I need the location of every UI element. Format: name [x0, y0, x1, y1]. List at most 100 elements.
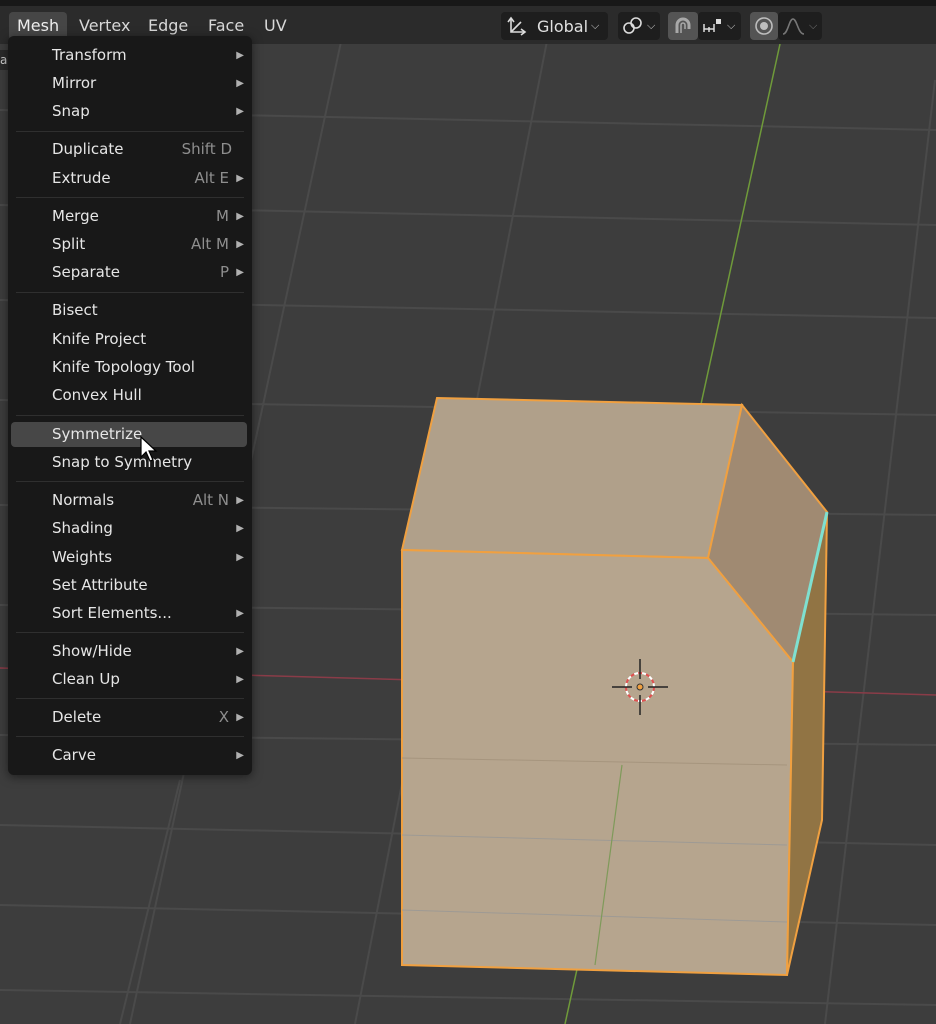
menu-item-carve[interactable]: Carve ▶ — [11, 743, 247, 768]
menu-separator — [16, 698, 244, 699]
menu-item-label: Shading — [52, 519, 113, 537]
menu-item-separate[interactable]: Separate P ▶ — [11, 260, 247, 285]
menu-item-weights[interactable]: Weights ▶ — [11, 545, 247, 570]
pivot-link-icon — [623, 17, 642, 34]
menu-item-normals[interactable]: Normals Alt N ▶ — [11, 488, 247, 513]
menu-item-label: Normals — [52, 491, 115, 509]
submenu-arrow-icon: ▶ — [236, 50, 244, 61]
menu-separator — [16, 632, 244, 633]
menu-item-shortcut: Shift D — [181, 140, 232, 158]
menu-item-bisect[interactable]: Bisect — [11, 298, 247, 323]
proportional-edit-icon — [755, 17, 773, 35]
menu-item-label: Duplicate — [52, 140, 124, 158]
menu-item-label: Merge — [52, 207, 99, 225]
menu-item-merge[interactable]: Merge M ▶ — [11, 204, 247, 229]
menu-item-label: Snap — [52, 102, 90, 120]
menu-item-shortcut: X — [218, 708, 229, 726]
submenu-arrow-icon: ▶ — [236, 267, 244, 278]
menu-item-show-hide[interactable]: Show/Hide ▶ — [11, 639, 247, 664]
mesh-front-face[interactable] — [401, 548, 795, 977]
menu-item-label: Sort Elements... — [52, 604, 172, 622]
menu-item-knife-topology-tool[interactable]: Knife Topology Tool — [11, 355, 247, 380]
menu-item-shortcut: Alt N — [192, 491, 229, 509]
menu-item-label: Transform — [52, 46, 127, 64]
mesh-top-face[interactable] — [400, 396, 744, 560]
submenu-arrow-icon: ▶ — [236, 674, 244, 685]
menu-separator — [16, 736, 244, 737]
menu-item-label: Convex Hull — [52, 386, 142, 404]
menu-item-label: Weights — [52, 548, 113, 566]
submenu-arrow-icon: ▶ — [236, 646, 244, 657]
submenu-arrow-icon: ▶ — [236, 750, 244, 761]
menu-item-mirror[interactable]: Mirror ▶ — [11, 71, 247, 96]
menu-item-label: Knife Topology Tool — [52, 358, 195, 376]
menu-item-snap[interactable]: Snap ▶ — [11, 99, 247, 124]
menu-item-clean-up[interactable]: Clean Up ▶ — [11, 667, 247, 692]
snap-magnet-icon — [675, 17, 691, 33]
sidebar-edge-tab-label: a — [0, 53, 8, 67]
falloff-curve-icon — [782, 18, 805, 35]
submenu-arrow-icon: ▶ — [236, 712, 244, 723]
menu-item-label: Clean Up — [52, 670, 120, 688]
chevron-down-icon: ⌵ — [647, 19, 656, 32]
menu-item-delete[interactable]: Delete X ▶ — [11, 705, 247, 730]
menu-item-label: Show/Hide — [52, 642, 132, 660]
menu-item-label: Snap to Symmetry — [52, 453, 193, 471]
chevron-down-icon: ⌵ — [727, 19, 736, 32]
chevron-down-icon: ⌵ — [809, 19, 818, 32]
menu-item-symmetrize[interactable]: Symmetrize — [11, 422, 247, 447]
submenu-arrow-icon: ▶ — [236, 495, 244, 506]
menu-item-snap-to-symmetry[interactable]: Snap to Symmetry — [11, 450, 247, 475]
menu-separator — [16, 481, 244, 482]
submenu-arrow-icon: ▶ — [236, 552, 244, 563]
menu-item-label: Knife Project — [52, 330, 147, 348]
snap-increment-icon — [703, 19, 721, 32]
menu-item-shortcut: Alt E — [194, 169, 229, 187]
transform-orientation-dropdown[interactable]: Global ⌵ — [501, 12, 608, 40]
3d-viewport[interactable]: a Mesh Vertex Edge Face UV Global ⌵ ⌵ ⌵ … — [0, 0, 936, 1024]
submenu-arrow-icon: ▶ — [236, 106, 244, 117]
menu-item-shortcut: M — [216, 207, 229, 225]
menu-item-extrude[interactable]: Extrude Alt E ▶ — [11, 166, 247, 191]
submenu-arrow-icon: ▶ — [236, 239, 244, 250]
falloff-dropdown[interactable]: ⌵ — [778, 12, 822, 40]
menu-item-label: Extrude — [52, 169, 111, 187]
transform-orientation-label: Global — [537, 16, 589, 36]
menu-item-split[interactable]: Split Alt M ▶ — [11, 232, 247, 257]
menu-item-transform[interactable]: Transform ▶ — [11, 43, 247, 68]
menu-item-label: Delete — [52, 708, 102, 726]
menu-item-label: Mirror — [52, 74, 97, 92]
menu-item-shortcut: Alt M — [190, 235, 229, 253]
submenu-arrow-icon: ▶ — [236, 173, 244, 184]
pivot-point-dropdown[interactable]: ⌵ — [618, 12, 660, 40]
snap-target-dropdown[interactable]: ⌵ — [698, 12, 741, 40]
menu-item-label: Bisect — [52, 301, 98, 319]
menu-item-shading[interactable]: Shading ▶ — [11, 516, 247, 541]
menu-item-label: Separate — [52, 263, 120, 281]
menu-separator — [16, 197, 244, 198]
menu-item-sort-elements[interactable]: Sort Elements... ▶ — [11, 601, 247, 626]
menu-item-duplicate[interactable]: Duplicate Shift D — [11, 137, 247, 162]
submenu-arrow-icon: ▶ — [236, 211, 244, 222]
menu-item-convex-hull[interactable]: Convex Hull — [11, 383, 247, 408]
menu-item-label: Split — [52, 235, 86, 253]
transform-orientation-icon — [507, 16, 527, 36]
snap-toggle[interactable] — [668, 12, 698, 40]
sidebar-edge-tab[interactable]: a — [0, 50, 8, 70]
chevron-down-icon: ⌵ — [591, 19, 600, 32]
menu-item-set-attribute[interactable]: Set Attribute — [11, 573, 247, 598]
menu-item-shortcut: P — [219, 263, 229, 281]
menu-item-label: Symmetrize — [52, 425, 143, 443]
submenu-arrow-icon: ▶ — [236, 608, 244, 619]
proportional-edit-toggle[interactable] — [750, 12, 778, 40]
menu-item-knife-project[interactable]: Knife Project — [11, 327, 247, 352]
menu-separator — [16, 415, 244, 416]
mouse-pointer-icon — [140, 436, 158, 462]
submenu-arrow-icon: ▶ — [236, 78, 244, 89]
mesh-menu-dropdown: Transform ▶ Mirror ▶ Snap ▶ Duplicate Sh… — [8, 36, 252, 775]
submenu-arrow-icon: ▶ — [236, 523, 244, 534]
menu-item-label: Carve — [52, 746, 96, 764]
menu-separator — [16, 292, 244, 293]
menu-uv[interactable]: UV — [256, 12, 295, 40]
menu-separator — [16, 131, 244, 132]
